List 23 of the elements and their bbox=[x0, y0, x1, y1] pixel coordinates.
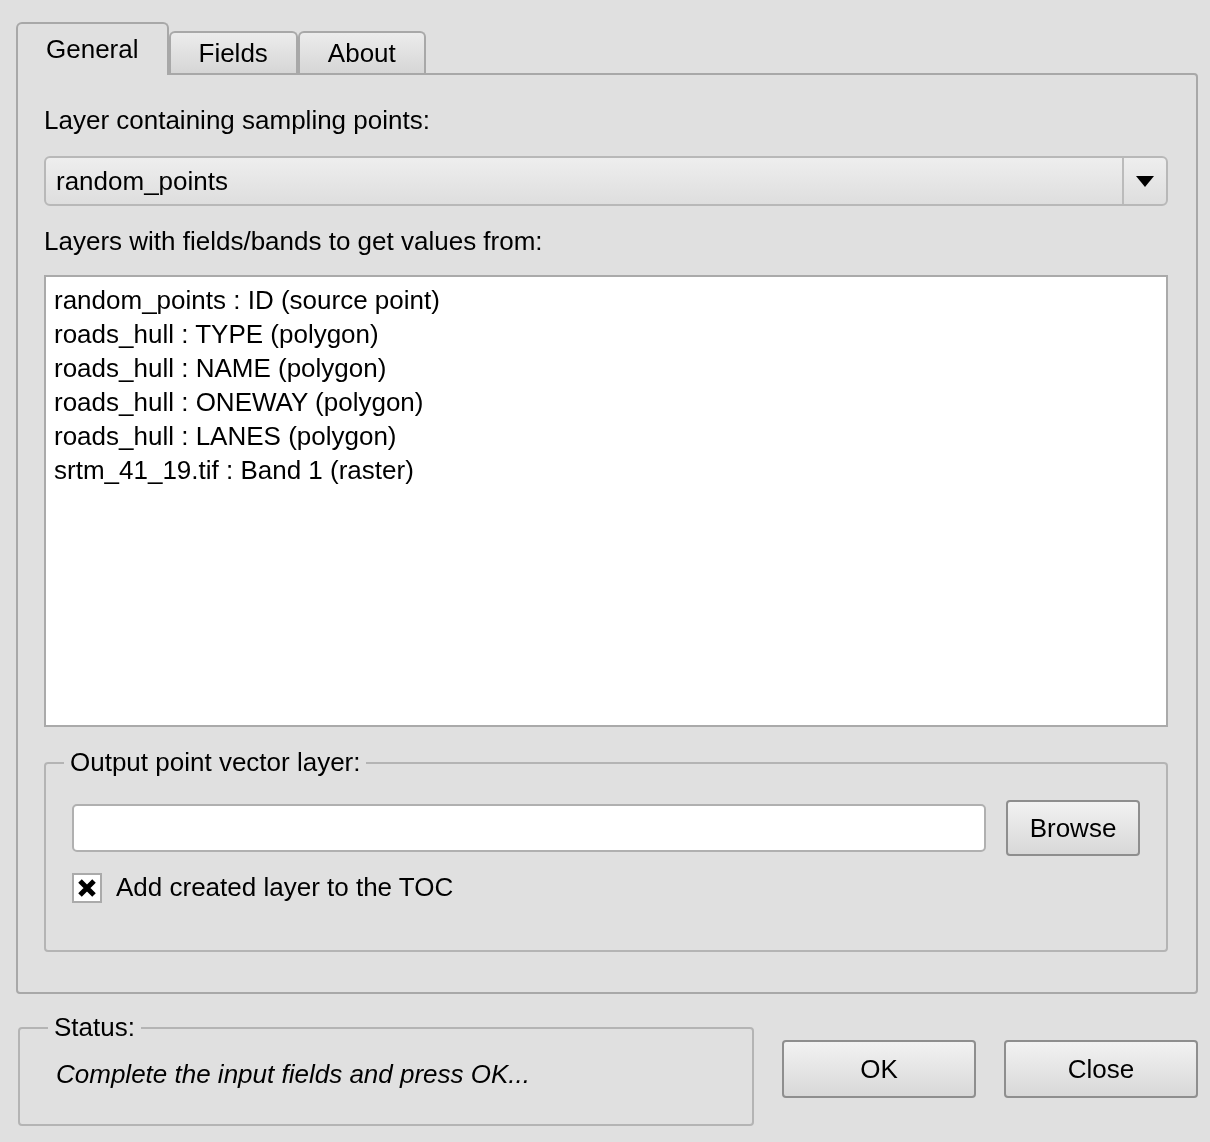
tab[interactable]: About bbox=[297, 31, 426, 73]
list-item[interactable]: roads_hull : TYPE (polygon) bbox=[54, 317, 379, 351]
group-title: Output point vector layer: bbox=[69, 747, 362, 778]
tab[interactable]: Fields bbox=[168, 31, 298, 73]
caret-icon bbox=[1136, 175, 1154, 187]
output-path-field[interactable] bbox=[72, 804, 986, 852]
checkbox-label: Add created layer to the TOC bbox=[116, 872, 454, 903]
cross-icon bbox=[77, 877, 97, 898]
status-message: Complete the input fields and press OK... bbox=[56, 1059, 531, 1089]
list-item[interactable]: roads_hull : NAME (polygon) bbox=[54, 351, 387, 385]
field-label: Layer containing sampling points: bbox=[44, 105, 430, 136]
field-label: Layers with fields/bands to get values from: bbox=[44, 226, 543, 257]
group-title: Status: bbox=[53, 1012, 136, 1043]
list-item[interactable]: roads_hull : LANES (polygon) bbox=[54, 419, 397, 453]
list-item[interactable]: random_points : ID (source point) bbox=[54, 283, 440, 317]
dialog-button[interactable]: Close bbox=[1004, 1040, 1198, 1098]
list-item[interactable]: roads_hull : ONEWAY (polygon) bbox=[54, 385, 424, 419]
browse-button[interactable]: Browse bbox=[1006, 800, 1140, 856]
layer-dropdown[interactable]: random_points bbox=[44, 156, 1168, 206]
tab[interactable]: General bbox=[16, 22, 169, 75]
list-item[interactable]: srtm_41_19.tif : Band 1 (raster) bbox=[54, 453, 414, 487]
checkbox[interactable] bbox=[72, 872, 102, 903]
dialog-button[interactable]: OK bbox=[782, 1040, 977, 1098]
